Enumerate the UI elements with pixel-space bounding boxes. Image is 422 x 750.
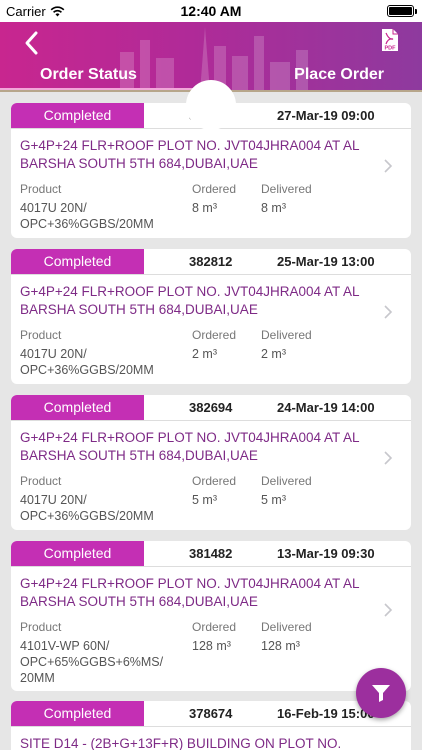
product-value: 4017U 20N/ OPC+36%GGBS/20MM: [20, 347, 154, 377]
status-badge: Completed: [11, 541, 144, 566]
tab-place-order[interactable]: Place Order: [294, 66, 384, 84]
order-card[interactable]: Completed 378674 16-Feb-19 15:00 SITE D1…: [11, 701, 411, 750]
chevron-right-icon: [384, 159, 393, 173]
delivered-label: Delivered: [261, 620, 312, 634]
status-badge: Completed: [11, 249, 144, 274]
tab-toggle-knob[interactable]: [186, 80, 236, 130]
site-address: G+4P+24 FLR+ROOF PLOT NO. JVT04JHRA004 A…: [20, 430, 360, 463]
card-divider: [11, 726, 411, 727]
site-address: G+4P+24 FLR+ROOF PLOT NO. JVT04JHRA004 A…: [20, 284, 360, 317]
delivered-value: 2 m³: [261, 347, 286, 361]
product-label: Product: [20, 620, 62, 634]
pdf-icon-label: PDF: [385, 46, 397, 52]
ordered-label: Ordered: [192, 182, 237, 196]
order-date: 13-Mar-19 09:30: [277, 546, 375, 561]
delivered-label: Delivered: [261, 182, 312, 196]
order-card[interactable]: Completed 382694 24-Mar-19 14:00 G+4P+24…: [11, 395, 411, 530]
card-divider: [11, 566, 411, 567]
product-label: Product: [20, 182, 62, 196]
chevron-right-icon: [384, 603, 393, 617]
order-date: 25-Mar-19 13:00: [277, 254, 375, 269]
status-bar: Carrier 12:40 AM: [0, 0, 422, 22]
order-list[interactable]: Completed 382970 27-Mar-19 09:00 G+4P+24…: [0, 92, 422, 750]
battery-icon: [387, 5, 417, 17]
site-address: G+4P+24 FLR+ROOF PLOT NO. JVT04JHRA004 A…: [20, 138, 360, 171]
card-divider: [11, 274, 411, 275]
product-label: Product: [20, 474, 62, 488]
order-number: 378674: [189, 706, 233, 721]
ordered-label: Ordered: [192, 474, 237, 488]
ordered-value: 5 m³: [192, 493, 217, 507]
site-address: G+4P+24 FLR+ROOF PLOT NO. JVT04JHRA004 A…: [20, 576, 360, 609]
order-card[interactable]: Completed 381482 13-Mar-19 09:30 G+4P+24…: [11, 541, 411, 691]
site-address: SITE D14 - (2B+G+13F+R) BUILDING ON PLOT…: [20, 736, 342, 750]
ordered-label: Ordered: [192, 328, 237, 342]
ordered-value: 128 m³: [192, 639, 231, 653]
delivered-value: 128 m³: [261, 639, 300, 653]
pdf-export-button[interactable]: PDF: [380, 28, 400, 52]
back-button[interactable]: [18, 28, 48, 58]
card-divider: [11, 420, 411, 421]
order-number: 382694: [189, 400, 233, 415]
status-badge: Completed: [11, 701, 144, 726]
order-number: 381482: [189, 546, 233, 561]
delivered-value: 8 m³: [261, 201, 286, 215]
delivered-label: Delivered: [261, 474, 312, 488]
ordered-value: 2 m³: [192, 347, 217, 361]
product-value: 4017U 20N/ OPC+36%GGBS/20MM: [20, 201, 154, 231]
clock: 12:40 AM: [180, 3, 242, 19]
order-date: 16-Feb-19 15:00: [277, 706, 375, 721]
order-number: 382812: [189, 254, 233, 269]
pdf-icon: PDF: [382, 29, 398, 52]
order-date: 24-Mar-19 14:00: [277, 400, 375, 415]
delivered-value: 5 m³: [261, 493, 286, 507]
status-badge: Completed: [11, 395, 144, 420]
product-label: Product: [20, 328, 62, 342]
status-badge: Completed: [11, 103, 144, 128]
chevron-left-icon: [25, 31, 38, 55]
ordered-value: 8 m³: [192, 201, 217, 215]
chevron-right-icon: [384, 451, 393, 465]
order-date: 27-Mar-19 09:00: [277, 108, 375, 123]
ordered-label: Ordered: [192, 620, 237, 634]
tab-order-status[interactable]: Order Status: [40, 66, 137, 84]
filter-icon: [372, 685, 390, 702]
delivered-label: Delivered: [261, 328, 312, 342]
product-value: 4101V-WP 60N/ OPC+65%GGBS+6%MS/ 20MM: [20, 639, 164, 685]
chevron-right-icon: [384, 305, 393, 319]
product-value: 4017U 20N/ OPC+36%GGBS/20MM: [20, 493, 154, 523]
filter-button[interactable]: [356, 668, 406, 718]
order-card[interactable]: Completed 382812 25-Mar-19 13:00 G+4P+24…: [11, 249, 411, 384]
